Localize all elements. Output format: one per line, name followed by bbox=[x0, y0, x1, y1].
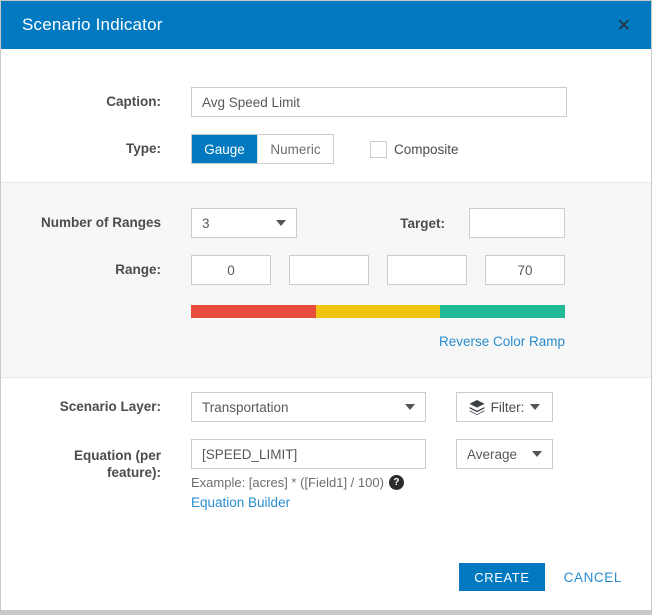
equation-input[interactable] bbox=[191, 439, 426, 469]
create-button[interactable]: CREATE bbox=[459, 563, 544, 591]
layers-icon bbox=[469, 400, 485, 415]
color-ramp bbox=[191, 305, 565, 318]
range-inputs bbox=[191, 255, 565, 285]
scenario-layer-value: Transportation bbox=[202, 400, 405, 415]
target-label: Target: bbox=[400, 216, 445, 231]
aggregation-select[interactable]: Average bbox=[456, 439, 553, 469]
range-input-4[interactable] bbox=[485, 255, 565, 285]
ramp-segment-green bbox=[440, 305, 565, 318]
close-icon[interactable]: ✕ bbox=[617, 17, 631, 34]
page-bottom-edge bbox=[1, 610, 651, 614]
equation-row: Equation (per feature): Example: [acres]… bbox=[1, 439, 651, 510]
scenario-layer-select[interactable]: Transportation bbox=[191, 392, 426, 422]
equation-label: Equation (per feature): bbox=[1, 439, 161, 482]
equation-example: Example: [acres] * ([Field1] / 100) ? bbox=[191, 475, 426, 490]
reverse-color-ramp-link[interactable]: Reverse Color Ramp bbox=[439, 335, 565, 349]
type-numeric-button[interactable]: Numeric bbox=[257, 135, 333, 163]
aggregation-value: Average bbox=[467, 447, 532, 462]
equation-example-text: Example: [acres] * ([Field1] / 100) bbox=[191, 475, 384, 490]
number-of-ranges-select[interactable]: 3 bbox=[191, 208, 297, 238]
reverse-color-ramp-row: Reverse Color Ramp bbox=[1, 335, 565, 349]
filter-label: Filter: bbox=[491, 400, 525, 415]
equation-cell: Example: [acres] * ([Field1] / 100) ? Eq… bbox=[191, 439, 426, 510]
number-of-ranges-row: Number of Ranges 3 Target: bbox=[1, 208, 565, 238]
scenario-layer-row: Scenario Layer: Transportation Filter: bbox=[1, 392, 651, 422]
caption-row: Caption: bbox=[1, 87, 651, 117]
color-ramp-row bbox=[1, 305, 565, 318]
range-input-3[interactable] bbox=[387, 255, 467, 285]
scenario-indicator-dialog: Scenario Indicator ✕ Caption: Type: Gaug… bbox=[0, 0, 652, 615]
composite-option: Composite bbox=[370, 141, 459, 158]
equation-builder-link[interactable]: Equation Builder bbox=[191, 495, 426, 510]
chevron-down-icon bbox=[405, 404, 415, 410]
caption-input[interactable] bbox=[191, 87, 567, 117]
type-label: Type: bbox=[1, 141, 161, 158]
caption-label: Caption: bbox=[1, 94, 161, 111]
dialog-header: Scenario Indicator ✕ bbox=[1, 1, 651, 49]
chevron-down-icon bbox=[530, 404, 540, 410]
scenario-layer-label: Scenario Layer: bbox=[1, 399, 161, 416]
type-toggle-group: Gauge Numeric bbox=[191, 134, 334, 164]
ramp-segment-yellow bbox=[316, 305, 441, 318]
composite-checkbox[interactable] bbox=[370, 141, 387, 158]
target-input[interactable] bbox=[469, 208, 565, 238]
number-of-ranges-label: Number of Ranges bbox=[1, 215, 161, 232]
filter-button[interactable]: Filter: bbox=[456, 392, 553, 422]
dialog-footer: CREATE CANCEL bbox=[1, 563, 651, 591]
chevron-down-icon bbox=[532, 451, 542, 457]
cancel-button[interactable]: CANCEL bbox=[564, 570, 622, 585]
help-icon[interactable]: ? bbox=[389, 475, 404, 490]
target-group: Target: bbox=[400, 208, 565, 238]
ranges-section: Number of Ranges 3 Target: Range: bbox=[1, 182, 651, 378]
type-gauge-button[interactable]: Gauge bbox=[192, 135, 257, 163]
composite-label: Composite bbox=[394, 142, 459, 157]
range-row: Range: bbox=[1, 255, 565, 285]
range-input-2[interactable] bbox=[289, 255, 369, 285]
number-of-ranges-value: 3 bbox=[202, 216, 276, 231]
ramp-segment-red bbox=[191, 305, 316, 318]
dialog-title: Scenario Indicator bbox=[22, 15, 163, 35]
range-input-1[interactable] bbox=[191, 255, 271, 285]
range-label: Range: bbox=[1, 262, 161, 279]
chevron-down-icon bbox=[276, 220, 286, 226]
type-row: Type: Gauge Numeric Composite bbox=[1, 134, 651, 164]
